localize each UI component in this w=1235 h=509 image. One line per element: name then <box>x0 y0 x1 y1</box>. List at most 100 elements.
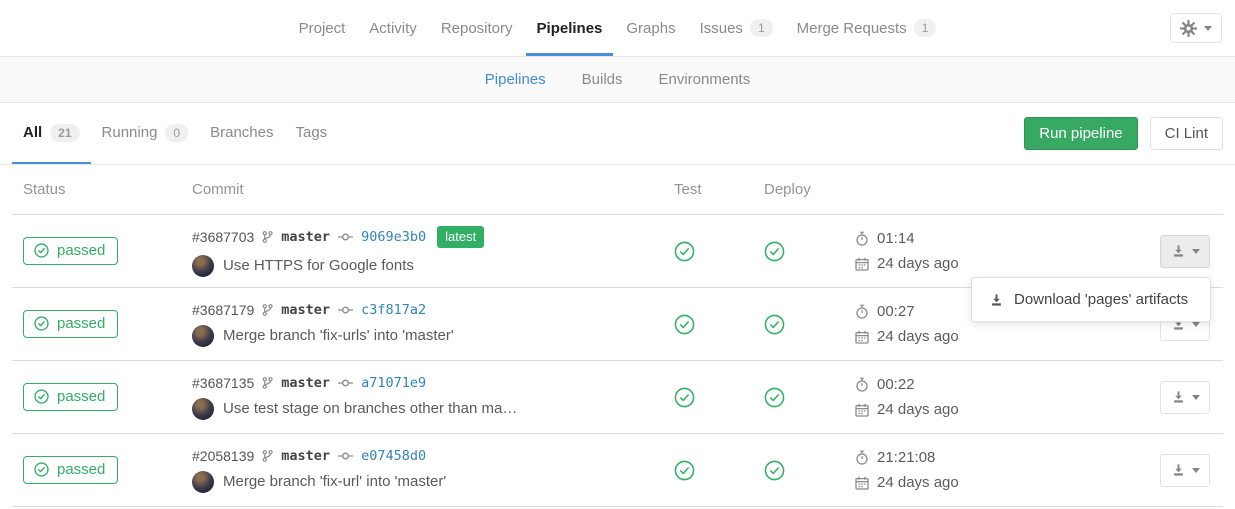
age-value: 24 days ago <box>877 255 959 272</box>
commit-sha-link[interactable]: c3f817a2 <box>361 302 426 318</box>
test-stage-passed-icon[interactable] <box>674 314 750 335</box>
filter-tab[interactable]: Tags <box>284 103 338 164</box>
avatar[interactable] <box>192 398 214 420</box>
stopwatch-icon <box>855 450 869 465</box>
avatar[interactable] <box>192 325 214 347</box>
time-cell: 01:14 24 days ago <box>840 230 1050 272</box>
branch-name-link[interactable]: master <box>281 375 330 391</box>
ci-lint-button[interactable]: CI Lint <box>1150 117 1223 150</box>
age-value: 24 days ago <box>877 401 959 418</box>
sub-nav-item[interactable]: Environments <box>653 71 757 88</box>
top-nav-item[interactable]: Issues 1 <box>689 0 784 56</box>
status-badge-label: passed <box>57 315 105 332</box>
top-nav-item[interactable]: Pipelines <box>526 0 614 56</box>
stopwatch-icon <box>855 231 869 246</box>
nav-count-badge: 1 <box>914 19 937 37</box>
commit-message-link[interactable]: Merge branch 'fix-url' into 'master' <box>223 473 446 490</box>
commit-sha-link[interactable]: e07458d0 <box>361 448 426 464</box>
commit-message-link[interactable]: Use HTTPS for Google fonts <box>223 257 414 274</box>
deploy-stage-passed-icon[interactable] <box>764 460 840 481</box>
pipeline-id-link[interactable]: #3687135 <box>192 375 254 391</box>
commit-message-line: Use test stage on branches other than ma… <box>192 398 660 420</box>
commit-refs-line: #3687135 master a71071e9 <box>192 375 660 391</box>
status-badge[interactable]: passed <box>23 456 118 484</box>
status-column-header: Status <box>12 181 192 198</box>
top-nav-item[interactable]: Project <box>288 0 357 56</box>
filter-tab-label: Tags <box>295 124 327 141</box>
age-line: 24 days ago <box>855 474 1050 491</box>
deploy-stage-cell <box>750 387 840 408</box>
test-stage-passed-icon[interactable] <box>674 241 750 262</box>
top-nav-item[interactable]: Graphs <box>615 0 686 56</box>
status-badge[interactable]: passed <box>23 383 118 411</box>
test-stage-passed-icon[interactable] <box>674 387 750 408</box>
time-cell: 00:22 24 days ago <box>840 376 1050 418</box>
sub-nav-item[interactable]: Builds <box>576 71 629 88</box>
commit-message-link[interactable]: Use test stage on branches other than ma… <box>223 400 517 417</box>
pipelines-table-body: passed #3687703 master <box>0 215 1235 507</box>
time-cell: 21:21:08 24 days ago <box>840 449 1050 491</box>
avatar[interactable] <box>192 471 214 493</box>
deploy-stage-passed-icon[interactable] <box>764 241 840 262</box>
artifacts-dropdown-button[interactable] <box>1160 381 1210 414</box>
branch-name-link[interactable]: master <box>281 229 330 245</box>
top-nav-item[interactable]: Activity <box>358 0 428 56</box>
filter-tab[interactable]: Branches <box>199 103 284 164</box>
download-artifacts-menu-item[interactable]: Download 'pages' artifacts <box>972 285 1210 314</box>
top-nav-item[interactable]: Repository <box>430 0 524 56</box>
filter-tab-label: All <box>23 124 42 141</box>
sub-nav-item[interactable]: Pipelines <box>479 71 552 88</box>
top-nav-item-label: Activity <box>369 20 417 37</box>
filter-tab-label: Running <box>102 124 158 141</box>
test-stage-passed-icon[interactable] <box>674 460 750 481</box>
commit-icon <box>338 451 353 461</box>
branch-icon <box>262 303 273 317</box>
pipelines-sub-navigation: Pipelines Builds Environments <box>0 56 1235 103</box>
commit-message-link[interactable]: Merge branch 'fix-urls' into 'master' <box>223 327 454 344</box>
branch-name-link[interactable]: master <box>281 302 330 318</box>
settings-dropdown-button[interactable] <box>1170 13 1222 43</box>
pipeline-id-link[interactable]: #3687179 <box>192 302 254 318</box>
top-navigation: Project Activity Repository Pipelines Gr… <box>0 0 1235 56</box>
commit-sha-link[interactable]: 9069e3b0 <box>361 229 426 245</box>
status-check-circle-icon <box>34 316 49 331</box>
download-icon <box>1171 390 1186 404</box>
status-check-circle-icon <box>34 243 49 258</box>
pipeline-id-link[interactable]: #3687703 <box>192 229 254 245</box>
calendar-icon <box>855 403 869 417</box>
commit-column-header: Commit <box>192 181 660 198</box>
avatar[interactable] <box>192 255 214 277</box>
pipeline-row: passed #3687135 master <box>12 361 1223 434</box>
commit-cell: #2058139 master e07458d0 <box>192 448 660 493</box>
status-cell: passed <box>12 383 192 411</box>
artifacts-dropdown-button[interactable] <box>1160 235 1210 268</box>
duration-value: 21:21:08 <box>877 449 935 466</box>
status-badge-label: passed <box>57 388 105 405</box>
toolbar-buttons: Run pipeline CI Lint <box>1024 103 1223 164</box>
calendar-icon <box>855 257 869 271</box>
deploy-column-header: Deploy <box>750 181 840 198</box>
status-badge[interactable]: passed <box>23 237 118 265</box>
commit-refs-line: #3687179 master c3f817a2 <box>192 302 660 318</box>
deploy-stage-cell <box>750 241 840 262</box>
top-nav-item[interactable]: Merge Requests 1 <box>786 0 948 56</box>
pipeline-id-link[interactable]: #2058139 <box>192 448 254 464</box>
pipeline-row: passed #2058139 master <box>12 434 1223 507</box>
chevron-down-icon <box>1192 395 1200 400</box>
deploy-stage-passed-icon[interactable] <box>764 314 840 335</box>
duration-line: 01:14 <box>855 230 1050 247</box>
artifacts-dropdown-button[interactable] <box>1160 454 1210 487</box>
branch-name-link[interactable]: master <box>281 448 330 464</box>
status-badge[interactable]: passed <box>23 310 118 338</box>
commit-sha-link[interactable]: a71071e9 <box>361 375 426 391</box>
run-pipeline-button[interactable]: Run pipeline <box>1024 117 1137 150</box>
deploy-stage-passed-icon[interactable] <box>764 387 840 408</box>
branch-icon <box>262 230 273 244</box>
stopwatch-icon <box>855 304 869 319</box>
age-line: 24 days ago <box>855 255 1050 272</box>
branch-icon <box>262 376 273 390</box>
top-nav-item-label: Merge Requests <box>797 20 907 37</box>
filter-tab-count: 0 <box>165 124 188 142</box>
filter-tab[interactable]: All 21 <box>12 103 91 164</box>
filter-tab[interactable]: Running 0 <box>91 103 200 164</box>
